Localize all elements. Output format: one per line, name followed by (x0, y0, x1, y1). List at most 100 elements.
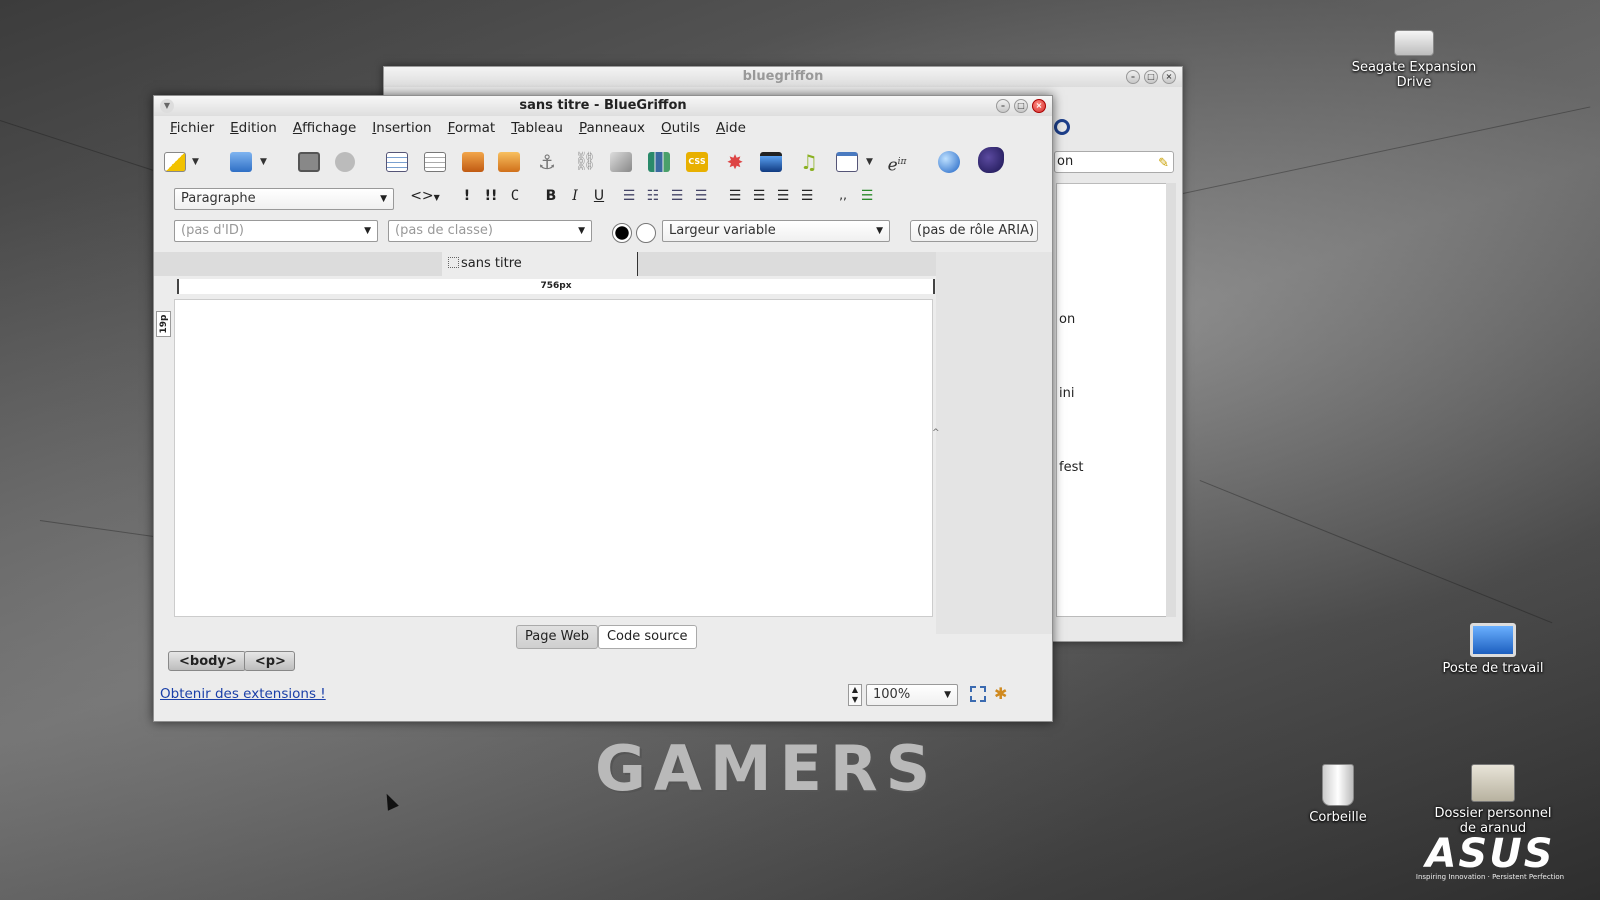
list-item[interactable]: on (1059, 312, 1075, 327)
width-select[interactable]: Largeur variable ▼ (662, 220, 890, 242)
strong-button[interactable]: !! (482, 188, 500, 204)
code-button[interactable]: C (506, 188, 524, 204)
chevron-down-icon: ▼ (876, 226, 883, 236)
extensions-link[interactable]: Obtenir des extensions ! (160, 686, 326, 702)
video-icon (760, 152, 782, 172)
desktop-icon-seagate-drive[interactable]: Seagate Expansion Drive (1349, 30, 1479, 90)
menu-insertion[interactable]: Insertion (364, 120, 439, 136)
bluegriffon-logo-button[interactable] (978, 147, 1004, 173)
indent-icon[interactable]: ☰ (692, 188, 710, 204)
tab-sans-titre[interactable]: sans titre (442, 252, 638, 276)
bg-window-titlebar[interactable]: bluegriffon – □ × (384, 67, 1182, 87)
zoom-select[interactable]: 100% ▼ (866, 684, 958, 706)
background-color-button[interactable] (636, 223, 656, 243)
link-button[interactable]: ⛓ (572, 149, 598, 175)
window-titlebar[interactable]: ▼ sans titre - BlueGriffon – □ × (154, 96, 1052, 116)
chevron-down-icon: ▼ (380, 194, 387, 204)
form-button[interactable] (608, 149, 634, 175)
chevron-down-icon[interactable]: ▼ (260, 157, 267, 167)
table-edit-button[interactable] (422, 149, 448, 175)
quote-icon[interactable]: ‚‚ (834, 188, 852, 202)
menu-tableau[interactable]: Tableau (503, 120, 571, 136)
align-center-icon[interactable]: ☰ (750, 188, 768, 204)
frame-button[interactable] (834, 149, 860, 175)
source-view-button[interactable]: <>▼ (410, 188, 440, 204)
new-document-button[interactable] (162, 149, 188, 175)
image-button[interactable] (460, 149, 486, 175)
css-button[interactable]: CSS (684, 149, 710, 175)
close-document-button[interactable] (332, 149, 358, 175)
save-button[interactable] (296, 149, 322, 175)
tab-code-source[interactable]: Code source (597, 625, 697, 649)
editor-canvas[interactable] (174, 299, 933, 617)
bold-button[interactable]: B (542, 188, 560, 204)
align-justify-icon[interactable]: ☰ (798, 188, 816, 204)
breadcrumb-p[interactable]: <p> (243, 651, 295, 671)
blockquote-icon[interactable]: ☰ (858, 188, 876, 204)
anchor-button[interactable]: ⚓ (534, 149, 560, 175)
underline-button[interactable]: U (590, 188, 608, 204)
right-panel (936, 252, 1052, 634)
chevron-down-icon[interactable]: ▼ (192, 157, 199, 167)
bg-scrollbar[interactable] (1166, 183, 1176, 617)
bullet-list-icon[interactable]: ☰ (620, 188, 638, 204)
menu-aide[interactable]: Aide (708, 120, 754, 136)
menu-edition[interactable]: Edition (222, 120, 285, 136)
minimize-icon[interactable]: – (1126, 70, 1140, 84)
search-icon[interactable] (1054, 119, 1070, 135)
menu-outils[interactable]: Outils (653, 120, 708, 136)
menu-fichier[interactable]: Fichier (162, 120, 222, 136)
resize-handle[interactable]: ^ (932, 428, 940, 438)
math-button[interactable]: eiπ (884, 149, 910, 176)
align-right-icon[interactable]: ☰ (774, 188, 792, 204)
emphasis-button[interactable]: ! (458, 188, 476, 204)
list-item[interactable]: ini (1059, 386, 1074, 401)
numbered-list-icon[interactable]: ☷ (644, 188, 662, 204)
style-button[interactable]: ✸ (722, 149, 748, 175)
save-icon (298, 152, 320, 172)
desktop-icon-poste-de-travail[interactable]: Poste de travail (1428, 623, 1558, 676)
minimize-icon[interactable]: – (996, 99, 1010, 113)
desktop-icon-corbeille[interactable]: Corbeille (1273, 764, 1403, 825)
view-tabs: Page Web Code source (516, 625, 697, 649)
tab-page-web[interactable]: Page Web (516, 625, 598, 649)
bg-search-input[interactable]: on ✎ (1054, 151, 1174, 173)
audio-button[interactable]: ♫ (796, 149, 822, 175)
close-icon[interactable]: × (1162, 70, 1176, 84)
desktop-icon-home-folder[interactable]: Dossier personnel de aranud (1428, 764, 1558, 836)
aria-role-select[interactable]: (pas de rôle ARIA) (910, 220, 1038, 242)
image-insert-button[interactable] (496, 149, 522, 175)
close-icon[interactable]: × (1032, 99, 1046, 113)
menu-format[interactable]: Format (440, 120, 504, 136)
zoom-stepper[interactable]: ▲ ▼ (848, 684, 862, 706)
chevron-down-icon: ▼ (364, 226, 371, 236)
clear-icon[interactable]: ✎ (1158, 154, 1169, 174)
globe-button[interactable] (936, 149, 962, 175)
outdent-icon[interactable]: ☰ (668, 188, 686, 204)
foreground-color-button[interactable] (612, 223, 632, 243)
breadcrumb-body[interactable]: <body> (168, 651, 246, 671)
menu-affichage[interactable]: Affichage (285, 120, 364, 136)
chevron-down-icon[interactable]: ▼ (866, 157, 873, 167)
maximize-icon[interactable]: □ (1014, 99, 1028, 113)
menubar: Fichier Edition Affichage Insertion Form… (154, 116, 1052, 140)
fullscreen-icon[interactable] (970, 686, 986, 702)
anchor-icon: ⚓ (538, 150, 556, 174)
class-select[interactable]: (pas de classe) ▼ (388, 220, 592, 242)
open-button[interactable] (228, 149, 254, 175)
puzzle-icon[interactable]: ✱ (994, 684, 1007, 703)
bluegriffon-window[interactable]: ▼ sans titre - BlueGriffon – □ × Fichier… (153, 95, 1053, 722)
chart-button[interactable] (646, 149, 672, 175)
maximize-icon[interactable]: □ (1144, 70, 1158, 84)
list-item[interactable]: fest (1059, 460, 1083, 475)
window-menu-icon[interactable]: ▼ (160, 99, 174, 113)
link-icon: ⛓ (574, 151, 597, 172)
table-button[interactable] (384, 149, 410, 175)
id-select[interactable]: (pas d'ID) ▼ (174, 220, 378, 242)
video-button[interactable] (758, 149, 784, 175)
paragraph-format-select[interactable]: Paragraphe ▼ (174, 188, 394, 210)
italic-button[interactable]: I (566, 188, 584, 204)
menu-panneaux[interactable]: Panneaux (571, 120, 653, 136)
window-controls: – □ × (996, 99, 1046, 113)
align-left-icon[interactable]: ☰ (726, 188, 744, 204)
